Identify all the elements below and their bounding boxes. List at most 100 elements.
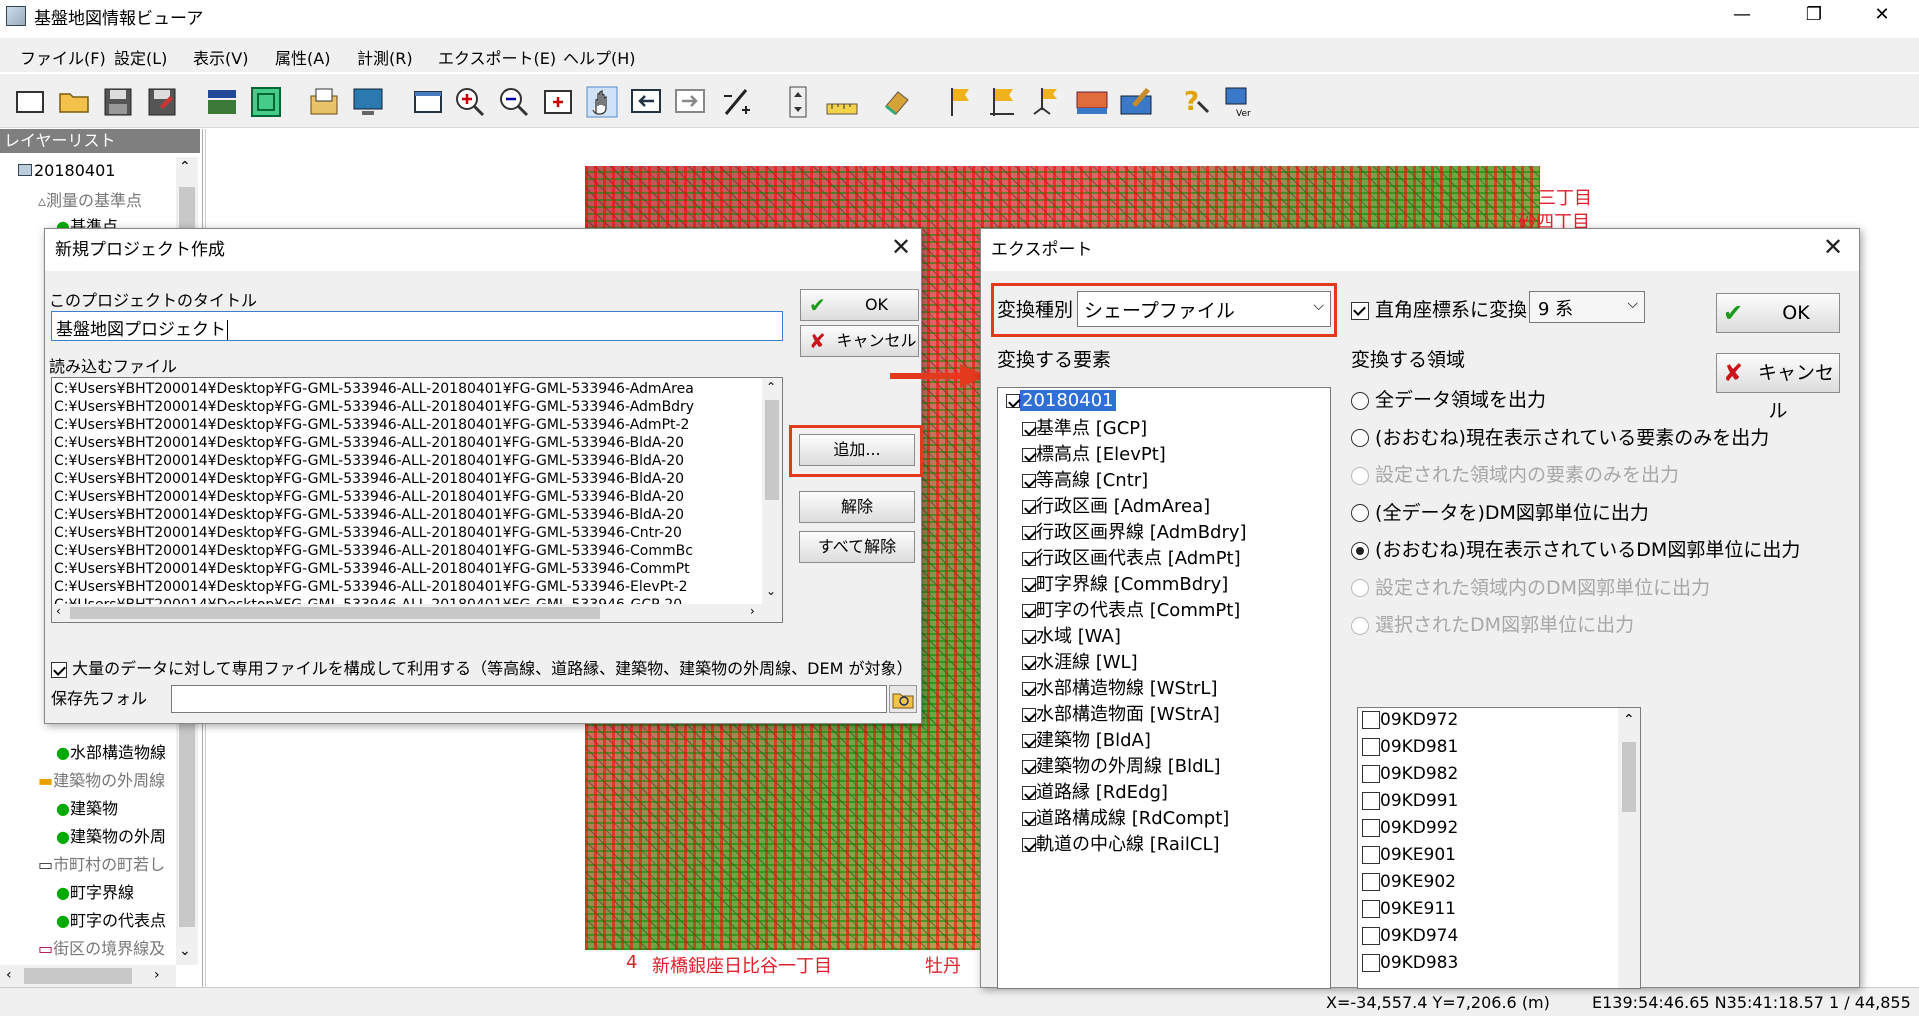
project-title-input[interactable]: 基盤地図プロジェクト xyxy=(51,311,783,341)
bulk-data-checkbox[interactable] xyxy=(51,661,67,678)
new-icon[interactable] xyxy=(12,84,48,120)
map-edit-icon[interactable] xyxy=(1118,84,1154,120)
map-sheet-icon[interactable] xyxy=(1074,84,1110,120)
element-item[interactable]: 道路構成線 [RdCompt] xyxy=(1022,804,1328,830)
file-list-item[interactable]: C:¥Users¥BHT200014¥Desktop¥FG-GML-533946… xyxy=(54,560,760,578)
element-item[interactable]: 標高点 [ElevPt] xyxy=(1022,440,1328,466)
close-button[interactable]: ✕ xyxy=(1852,0,1912,32)
scroll-thumb[interactable] xyxy=(1622,742,1636,812)
file-list-hscroll[interactable]: ‹ › xyxy=(52,604,782,622)
menu-view[interactable]: 表示(V) xyxy=(193,45,248,69)
area-option[interactable]: (おおむね)現在表示されているDM図郭単位に出力 xyxy=(1351,535,1800,573)
scroll-down-icon[interactable]: ⌄ xyxy=(179,943,191,959)
file-list-item[interactable]: C:¥Users¥BHT200014¥Desktop¥FG-GML-533946… xyxy=(54,380,760,398)
scroll-right-icon[interactable]: › xyxy=(750,604,755,618)
area-option[interactable]: (全データを)DM図郭単位に出力 xyxy=(1351,498,1731,536)
file-list-item[interactable]: C:¥Users¥BHT200014¥Desktop¥FG-GML-533946… xyxy=(54,542,760,560)
tree-item-bldl-group[interactable]: ▬建築物の外周線 xyxy=(38,767,165,791)
element-item[interactable]: 町字界線 [CommBdry] xyxy=(1022,570,1328,596)
coord-system-select[interactable]: 9 系 ⌵ xyxy=(1529,291,1645,323)
window-icon[interactable] xyxy=(410,84,446,120)
pan-hand-icon[interactable] xyxy=(584,84,620,120)
element-item[interactable]: 等高線 [Cntr] xyxy=(1022,466,1328,492)
scroll-icon[interactable] xyxy=(780,84,816,120)
zoom-rect-icon[interactable] xyxy=(540,84,576,120)
tree-item-comm-group[interactable]: ▭市町村の町若し xyxy=(38,851,165,875)
tree-root[interactable]: 20180401 xyxy=(1006,390,1116,411)
menu-settings[interactable]: 設定(L) xyxy=(114,45,167,69)
file-list-item[interactable]: C:¥Users¥BHT200014¥Desktop¥FG-GML-533946… xyxy=(54,488,760,506)
element-checkbox[interactable] xyxy=(1022,786,1036,800)
bulk-data-option[interactable]: 大量のデータに対して専用ファイルを構成して利用する（等高線、道路縁、建築物、建築… xyxy=(51,655,912,679)
sheet-item[interactable]: 09KD992 xyxy=(1362,818,1616,845)
remove-all-button[interactable]: すべて解除 xyxy=(799,531,915,563)
help-icon[interactable]: ? xyxy=(1178,84,1214,120)
ok-button[interactable]: ✔ OK xyxy=(1716,293,1840,333)
file-list-item[interactable]: C:¥Users¥BHT200014¥Desktop¥FG-GML-533946… xyxy=(54,470,760,488)
cancel-button[interactable]: ✘ キャンセル xyxy=(800,325,919,357)
element-checkbox[interactable] xyxy=(1022,578,1036,592)
save-icon[interactable] xyxy=(100,84,136,120)
tree-item-survey-points[interactable]: ▵測量の基準点 xyxy=(38,187,142,211)
ok-button[interactable]: ✔ OK xyxy=(800,289,919,321)
element-checkbox[interactable] xyxy=(1022,656,1036,670)
element-checkbox[interactable] xyxy=(1022,682,1036,696)
sheet-item[interactable]: 09KE902 xyxy=(1362,872,1616,899)
scroll-up-icon[interactable]: ⌃ xyxy=(1623,712,1635,728)
file-list-item[interactable]: C:¥Users¥BHT200014¥Desktop¥FG-GML-533946… xyxy=(54,398,760,416)
tree-root[interactable]: 20180401 xyxy=(18,161,115,180)
element-checkbox[interactable] xyxy=(1022,448,1036,462)
menu-file[interactable]: ファイル(F) xyxy=(20,45,106,69)
sheet-item[interactable]: 09KD982 xyxy=(1362,764,1616,791)
element-checkbox[interactable] xyxy=(1022,500,1036,514)
version-icon[interactable]: Ver xyxy=(1222,84,1258,120)
save-folder-input[interactable] xyxy=(171,685,887,713)
cancel-button[interactable]: ✘ キャンセル xyxy=(1716,353,1840,422)
sheet-checkbox[interactable] xyxy=(1362,819,1380,837)
tree-item-commpt[interactable]: ●町字の代表点 xyxy=(56,907,166,931)
area-radio[interactable] xyxy=(1351,541,1369,560)
tree-item-commbdry[interactable]: ●町字界線 xyxy=(56,879,134,903)
frame-icon[interactable] xyxy=(248,84,284,120)
zoom-in-icon[interactable] xyxy=(452,84,488,120)
close-icon[interactable]: ✕ xyxy=(891,233,911,261)
sheet-list-vscroll[interactable]: ⌃ xyxy=(1618,708,1640,988)
tree-item-wstrl[interactable]: ●水部構造物線 xyxy=(56,739,166,763)
conversion-type-select[interactable]: シェープファイル ⌵ xyxy=(1077,291,1331,327)
hscroll-thumb[interactable] xyxy=(24,968,132,984)
menu-attributes[interactable]: 属性(A) xyxy=(275,45,330,69)
element-item[interactable]: 水涯線 [WL] xyxy=(1022,648,1328,674)
ruler-icon[interactable] xyxy=(824,84,860,120)
back-icon[interactable] xyxy=(628,84,664,120)
element-item[interactable]: 水部構造物線 [WStrL] xyxy=(1022,674,1328,700)
sheet-checkbox[interactable] xyxy=(1362,954,1380,972)
flag-stand-icon[interactable] xyxy=(1030,84,1066,120)
file-list-item[interactable]: C:¥Users¥BHT200014¥Desktop¥FG-GML-533946… xyxy=(54,578,760,596)
layer-icon[interactable] xyxy=(204,84,240,120)
sheet-item[interactable]: 09KD983 xyxy=(1362,953,1616,980)
zoom-out-icon[interactable] xyxy=(496,84,532,120)
sheet-item[interactable]: 09KE911 xyxy=(1362,899,1616,926)
remove-button[interactable]: 解除 xyxy=(799,491,915,523)
element-checkbox[interactable] xyxy=(1022,604,1036,618)
sheet-checkbox[interactable] xyxy=(1362,792,1380,810)
element-item[interactable]: 町字の代表点 [CommPt] xyxy=(1022,596,1328,622)
save-as-icon[interactable] xyxy=(144,84,180,120)
restore-button[interactable]: ❐ xyxy=(1784,0,1844,32)
sheet-item[interactable]: 09KD981 xyxy=(1362,737,1616,764)
sheet-checkbox[interactable] xyxy=(1362,900,1380,918)
elements-tree[interactable]: 20180401 基準点 [GCP] 標高点 [ElevPt] 等高線 [Cntr]… xyxy=(997,387,1331,989)
file-list-item[interactable]: C:¥Users¥BHT200014¥Desktop¥FG-GML-533946… xyxy=(54,416,760,434)
sheet-checkbox[interactable] xyxy=(1362,846,1380,864)
sheet-checkbox[interactable] xyxy=(1362,873,1380,891)
area-option[interactable]: 全データ領域を出力 xyxy=(1351,385,1731,423)
element-item[interactable]: 道路縁 [RdEdg] xyxy=(1022,778,1328,804)
scroll-up-icon[interactable]: ⌃ xyxy=(179,159,191,175)
sheet-checkbox[interactable] xyxy=(1362,711,1380,729)
scroll-left-icon[interactable]: ‹ xyxy=(6,967,12,983)
element-item[interactable]: 建築物 [BldA] xyxy=(1022,726,1328,752)
area-radio[interactable] xyxy=(1351,504,1369,522)
file-list-item[interactable]: C:¥Users¥BHT200014¥Desktop¥FG-GML-533946… xyxy=(54,524,760,542)
element-checkbox[interactable] xyxy=(1022,526,1036,540)
element-checkbox[interactable] xyxy=(1022,812,1036,826)
